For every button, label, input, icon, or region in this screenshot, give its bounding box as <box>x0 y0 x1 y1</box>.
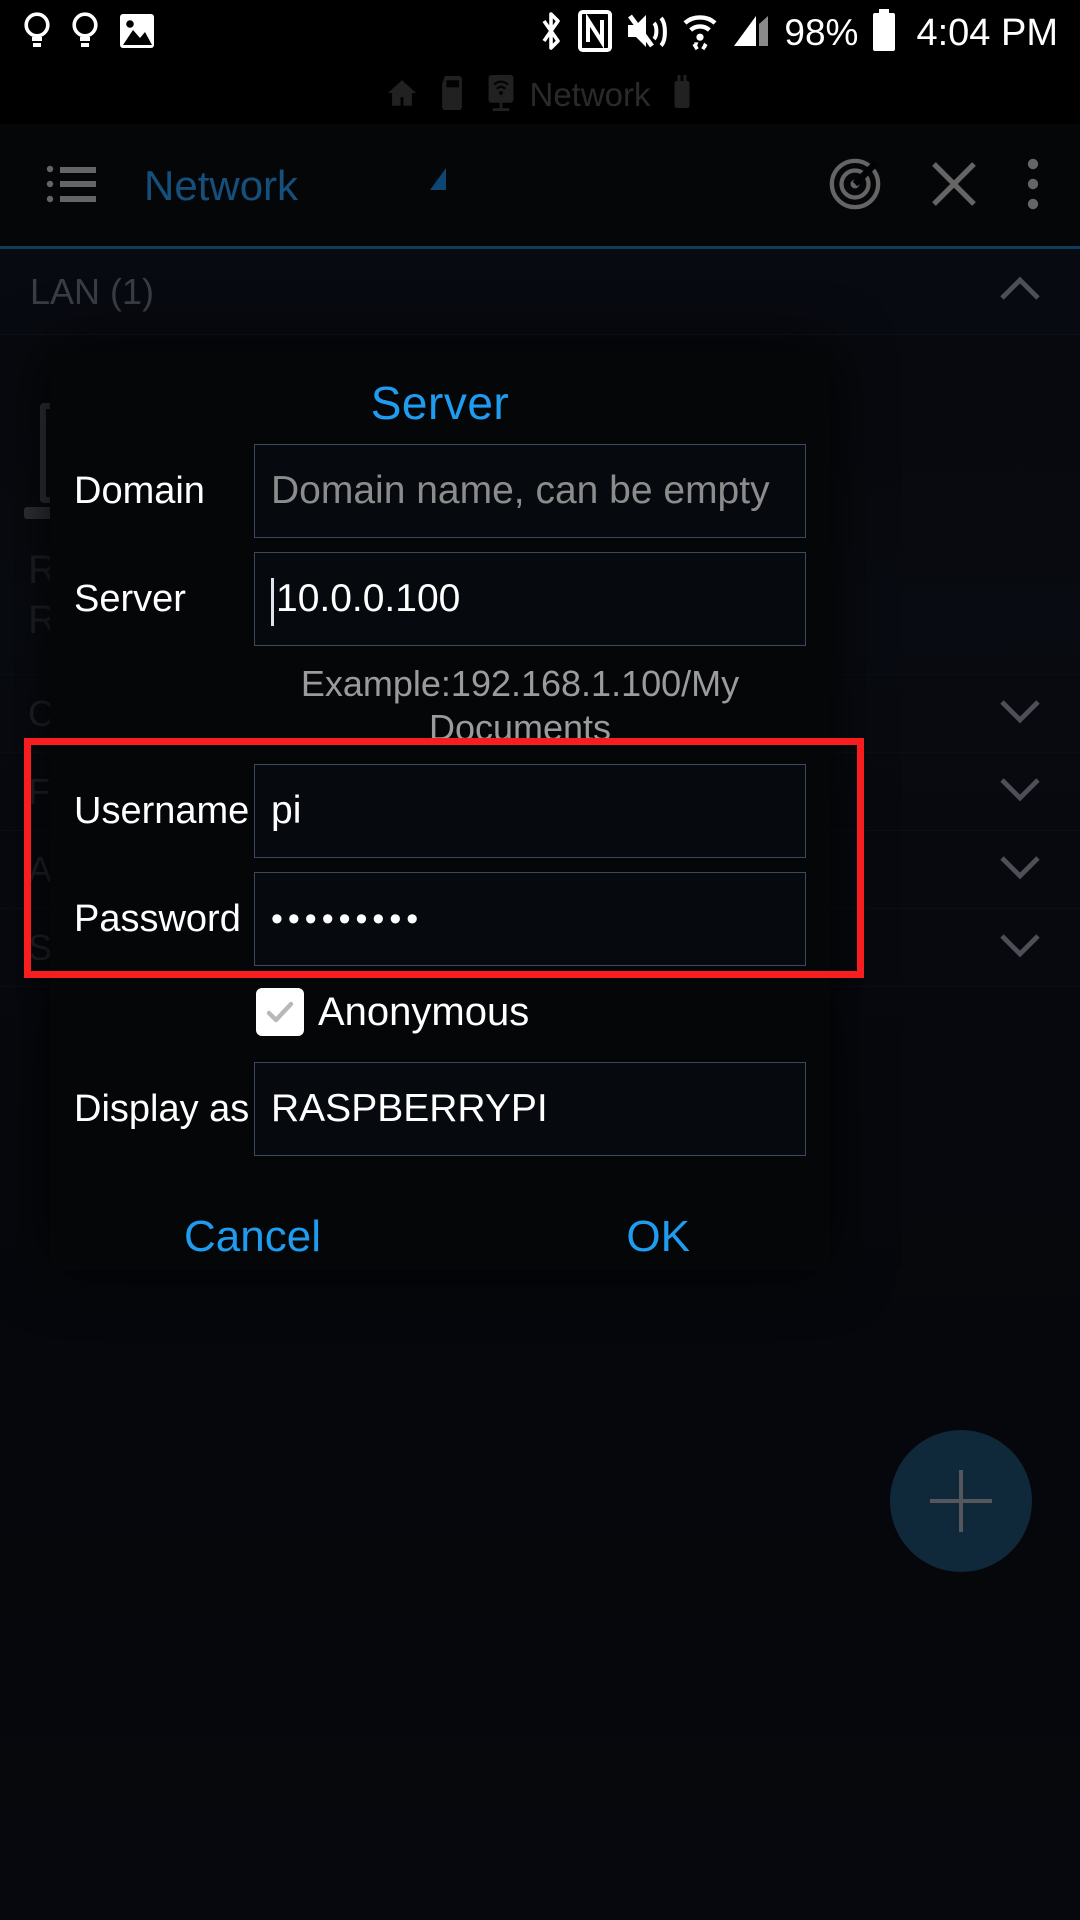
domain-input[interactable]: Domain name, can be empty <box>254 444 806 538</box>
nfc-icon <box>578 9 613 57</box>
display-as-value: RASPBERRYPI <box>271 1087 548 1130</box>
mute-vibrate-icon <box>626 12 668 55</box>
domain-placeholder: Domain name, can be empty <box>271 469 770 512</box>
password-value: ••••••••• <box>271 899 424 938</box>
dialog-title: Server <box>370 377 510 429</box>
username-row: Username pi <box>50 764 830 858</box>
bulb-icon <box>22 11 52 56</box>
display-as-row: Display as RASPBERRYPI <box>50 1062 830 1156</box>
server-row: Server 10.0.0.100 <box>50 552 830 646</box>
password-row: Password ••••••••• <box>50 872 830 966</box>
username-label: Username <box>74 789 250 832</box>
dialog-buttons: Cancel OK <box>50 1212 830 1262</box>
wifi-icon <box>682 10 718 57</box>
phone-screen: Network Network LAN (1) Server Domain Do… <box>0 0 1080 1920</box>
server-dialog: Server Domain Domain name, can be empty … <box>50 350 830 1270</box>
domain-row: Domain Domain name, can be empty <box>50 444 830 538</box>
battery-icon <box>872 8 896 58</box>
server-value: 10.0.0.100 <box>276 577 461 620</box>
status-bar: 98% 4:04 PM <box>0 0 1080 66</box>
bulb-icon <box>70 11 100 56</box>
cellular-signal-icon <box>732 12 770 55</box>
server-input[interactable]: 10.0.0.100 <box>254 552 806 646</box>
username-value: pi <box>271 789 302 832</box>
username-input[interactable]: pi <box>254 764 806 858</box>
anonymous-row[interactable]: Anonymous <box>50 988 830 1036</box>
anonymous-checkbox[interactable] <box>256 988 304 1036</box>
ok-button[interactable]: OK <box>626 1212 690 1262</box>
server-label: Server <box>74 577 186 620</box>
domain-label: Domain <box>74 469 205 512</box>
server-hint: Example:192.168.1.100/My Documents <box>300 663 740 748</box>
bluetooth-icon <box>538 10 564 57</box>
anonymous-label: Anonymous <box>318 989 530 1034</box>
battery-percent: 98% <box>784 12 859 53</box>
check-icon <box>266 1001 294 1023</box>
password-input[interactable]: ••••••••• <box>254 872 806 966</box>
cancel-button[interactable]: Cancel <box>184 1212 321 1262</box>
clock: 4:04 PM <box>916 11 1058 54</box>
image-icon <box>118 12 156 55</box>
display-as-label: Display as <box>74 1087 250 1130</box>
display-as-input[interactable]: RASPBERRYPI <box>254 1062 806 1156</box>
text-caret <box>271 578 274 626</box>
password-label: Password <box>74 897 241 940</box>
